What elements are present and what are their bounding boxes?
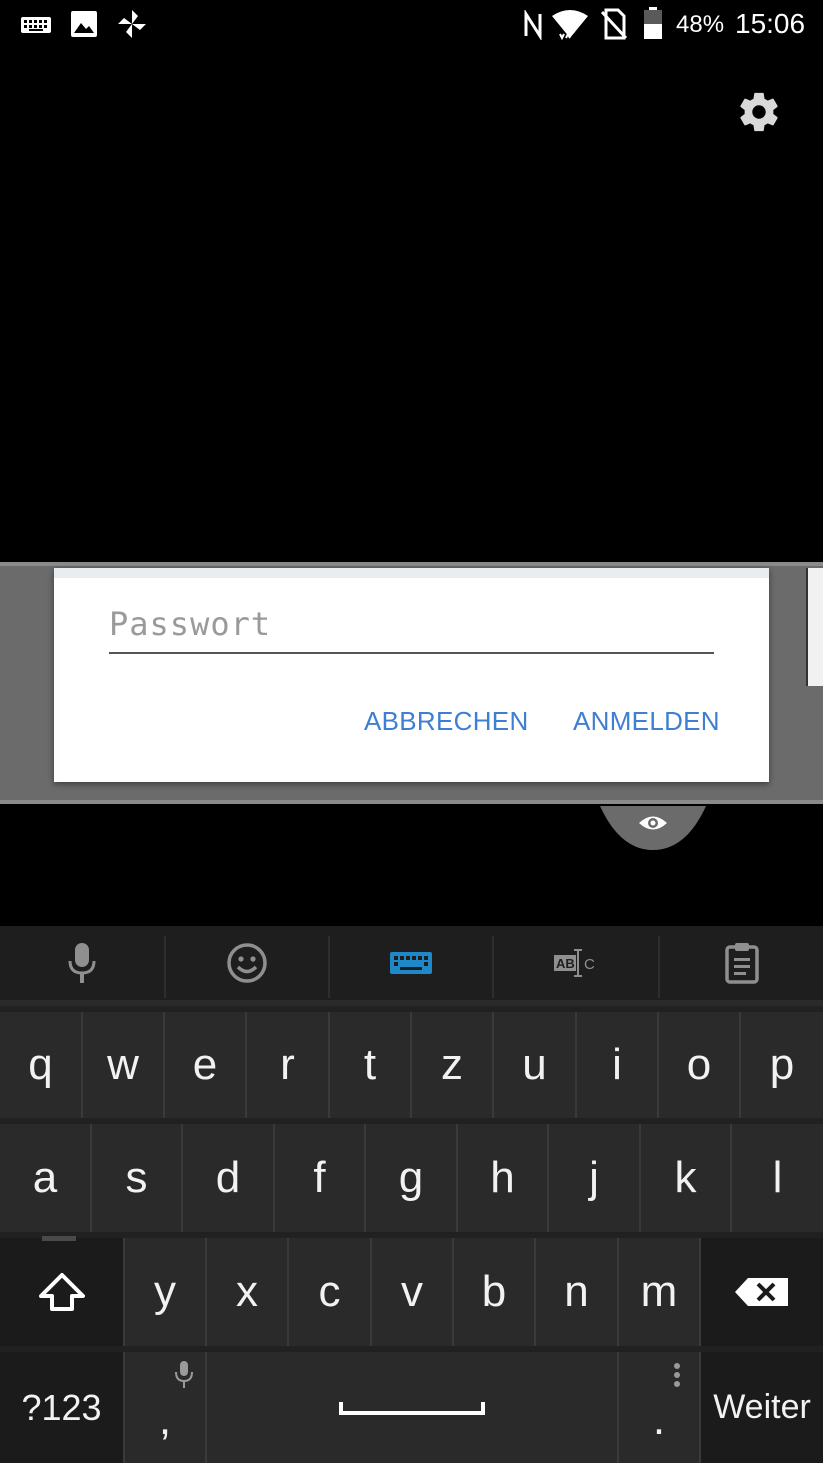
key-y[interactable]: y: [125, 1238, 205, 1346]
key-p[interactable]: p: [741, 1012, 823, 1118]
key-m[interactable]: m: [619, 1238, 699, 1346]
space-key[interactable]: [207, 1352, 617, 1463]
comma-key[interactable]: ,: [125, 1352, 205, 1463]
nfc-icon: [524, 10, 542, 40]
more-dots-icon: [674, 1363, 680, 1387]
key-row-2: a s d f g h j k l: [0, 1124, 823, 1232]
key-z[interactable]: z: [412, 1012, 492, 1118]
side-panel-edge: [806, 568, 823, 686]
toolbar-clipboard-button[interactable]: [660, 926, 823, 1000]
key-x[interactable]: x: [207, 1238, 287, 1346]
keyboard-icon: [390, 952, 432, 974]
clipboard-icon: [724, 943, 759, 984]
key-h[interactable]: h: [458, 1124, 547, 1232]
key-v[interactable]: v: [372, 1238, 452, 1346]
backspace-icon: [735, 1278, 788, 1306]
period-key[interactable]: .: [619, 1352, 699, 1463]
key-n[interactable]: n: [536, 1238, 617, 1346]
pinwheel-icon: [118, 10, 146, 38]
mic-icon: [175, 1361, 193, 1388]
gear-icon[interactable]: [736, 89, 782, 135]
key-l[interactable]: l: [732, 1124, 823, 1232]
key-r[interactable]: r: [247, 1012, 328, 1118]
password-input[interactable]: [109, 604, 714, 654]
shift-key[interactable]: [0, 1236, 123, 1346]
key-g[interactable]: g: [366, 1124, 456, 1232]
key-e[interactable]: e: [165, 1012, 245, 1118]
comma-label: ,: [158, 1394, 172, 1444]
key-d[interactable]: d: [183, 1124, 273, 1232]
toolbar-keyboard-button[interactable]: [330, 926, 492, 1000]
key-q[interactable]: q: [0, 1012, 81, 1118]
wifi-icon: [552, 10, 588, 40]
space-bar-icon: [339, 1401, 485, 1415]
key-c[interactable]: c: [289, 1238, 370, 1346]
login-dialog: ABBRECHEN ANMELDEN: [54, 568, 769, 782]
no-sim-icon: [600, 8, 628, 40]
toolbar-mic-button[interactable]: [0, 926, 164, 1000]
key-j[interactable]: j: [549, 1124, 639, 1232]
key-row-3: y x c v b n m: [0, 1236, 823, 1346]
status-bar: 48% 15:06: [0, 0, 823, 50]
text-select-icon: AB C: [554, 949, 595, 977]
next-action-key[interactable]: Weiter: [701, 1352, 823, 1463]
backspace-key[interactable]: [701, 1238, 823, 1346]
keyboard-icon: [21, 17, 51, 33]
clock: 15:06: [735, 8, 806, 39]
key-row-4: ?123 , . Weiter: [0, 1352, 823, 1463]
symbols-key[interactable]: ?123: [0, 1352, 123, 1463]
soft-keyboard: AB C q w e r t z u i o p a s d f g h j k…: [0, 926, 823, 1463]
login-button[interactable]: ANMELDEN: [573, 706, 720, 737]
key-b[interactable]: b: [454, 1238, 534, 1346]
key-o[interactable]: o: [659, 1012, 739, 1118]
key-w[interactable]: w: [83, 1012, 163, 1118]
svg-text:C: C: [584, 956, 595, 973]
period-label: .: [652, 1394, 666, 1444]
key-s[interactable]: s: [92, 1124, 181, 1232]
key-f[interactable]: f: [275, 1124, 364, 1232]
dialog-top-strip: [54, 568, 769, 578]
toolbar-text-select-button[interactable]: AB C: [494, 926, 658, 1000]
key-i[interactable]: i: [577, 1012, 657, 1118]
svg-text:AB: AB: [556, 956, 575, 971]
key-row-1: q w e r t z u i o p: [0, 1012, 823, 1118]
battery-percent: 48%: [676, 11, 725, 38]
side-panel-edge-lower: [806, 686, 823, 776]
battery-icon: [644, 7, 662, 39]
keyboard-toolbar: AB C: [0, 926, 823, 1006]
emoji-icon: [227, 943, 267, 983]
key-t[interactable]: t: [330, 1012, 410, 1118]
cancel-button[interactable]: ABBRECHEN: [364, 706, 529, 737]
reveal-handle[interactable]: [600, 806, 706, 852]
key-u[interactable]: u: [494, 1012, 575, 1118]
mic-icon: [68, 943, 96, 983]
key-a[interactable]: a: [0, 1124, 90, 1232]
toolbar-emoji-button[interactable]: [166, 926, 328, 1000]
image-icon: [71, 11, 97, 37]
shift-icon: [38, 1273, 85, 1311]
key-k[interactable]: k: [641, 1124, 730, 1232]
